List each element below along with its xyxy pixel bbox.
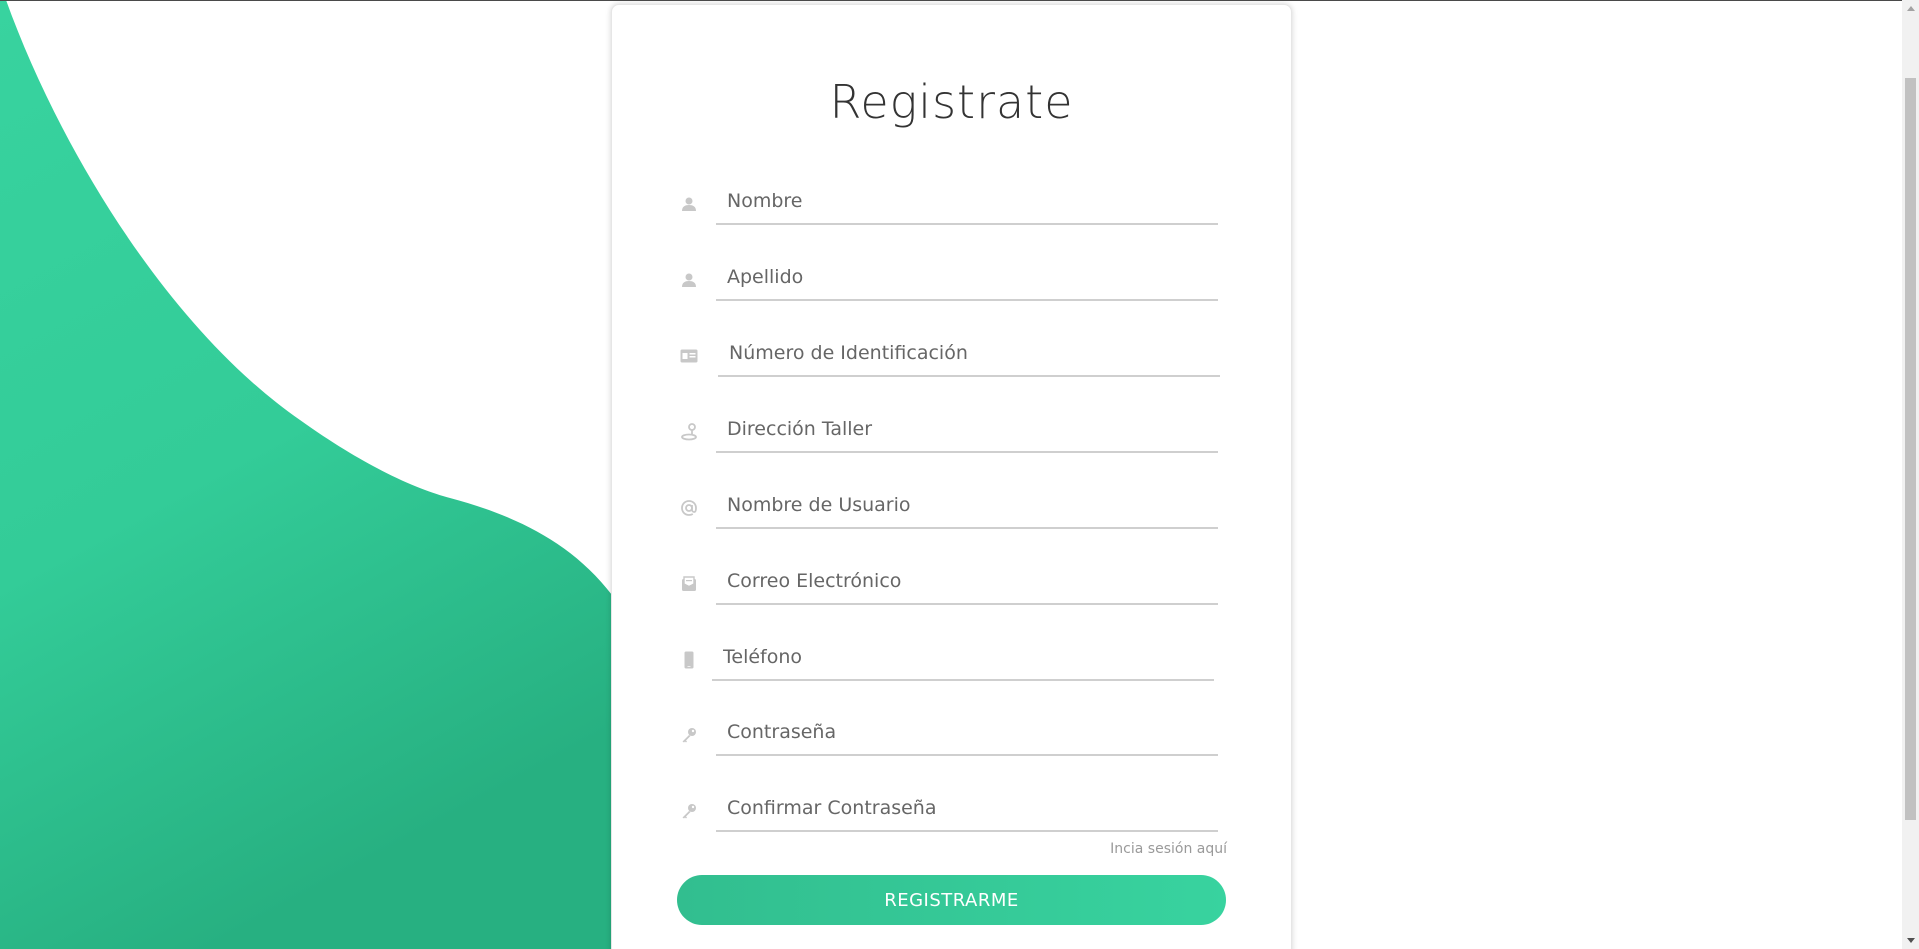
login-link[interactable]: Incia sesión aquí [1110, 841, 1227, 857]
telefono-input[interactable] [712, 635, 1214, 681]
envelope-icon [678, 573, 700, 595]
phone-icon [678, 649, 700, 671]
form-title: Registrate [829, 75, 1074, 129]
scrollbar-thumb[interactable] [1905, 78, 1916, 820]
field-confirmar-contrasena [678, 786, 1238, 836]
contrasena-input[interactable] [716, 710, 1218, 756]
field-usuario [678, 483, 1238, 533]
page-viewport: Registrate Nombre Apellido Número de Ide… [0, 0, 1919, 949]
field-direccion [678, 407, 1238, 457]
field-telefono [678, 635, 1238, 685]
nombre-input[interactable] [716, 179, 1218, 225]
at-sign-icon [678, 497, 700, 519]
usuario-input[interactable] [716, 483, 1218, 529]
field-correo [678, 559, 1238, 609]
field-contrasena [678, 710, 1238, 760]
field-apellido [678, 255, 1238, 305]
user-icon [678, 269, 700, 291]
user-icon [678, 193, 700, 215]
field-identificacion [678, 331, 1238, 381]
direccion-input[interactable] [716, 407, 1218, 453]
correo-input[interactable] [716, 559, 1218, 605]
window-top-border [0, 0, 1919, 1]
register-card: Registrate Nombre Apellido Número de Ide… [611, 4, 1292, 949]
scroll-up-arrow-icon[interactable] [1902, 0, 1919, 17]
field-nombre [678, 179, 1238, 229]
id-card-icon [678, 345, 700, 367]
key-icon [678, 724, 700, 746]
vertical-scrollbar[interactable] [1902, 0, 1919, 949]
confirmar-contrasena-input[interactable] [716, 786, 1218, 832]
identificacion-input[interactable] [718, 331, 1220, 377]
apellido-input[interactable] [716, 255, 1218, 301]
scroll-down-arrow-icon[interactable] [1902, 932, 1919, 949]
register-button[interactable]: REGISTRARME [677, 875, 1226, 925]
key-icon [678, 800, 700, 822]
map-pin-icon [678, 421, 700, 443]
